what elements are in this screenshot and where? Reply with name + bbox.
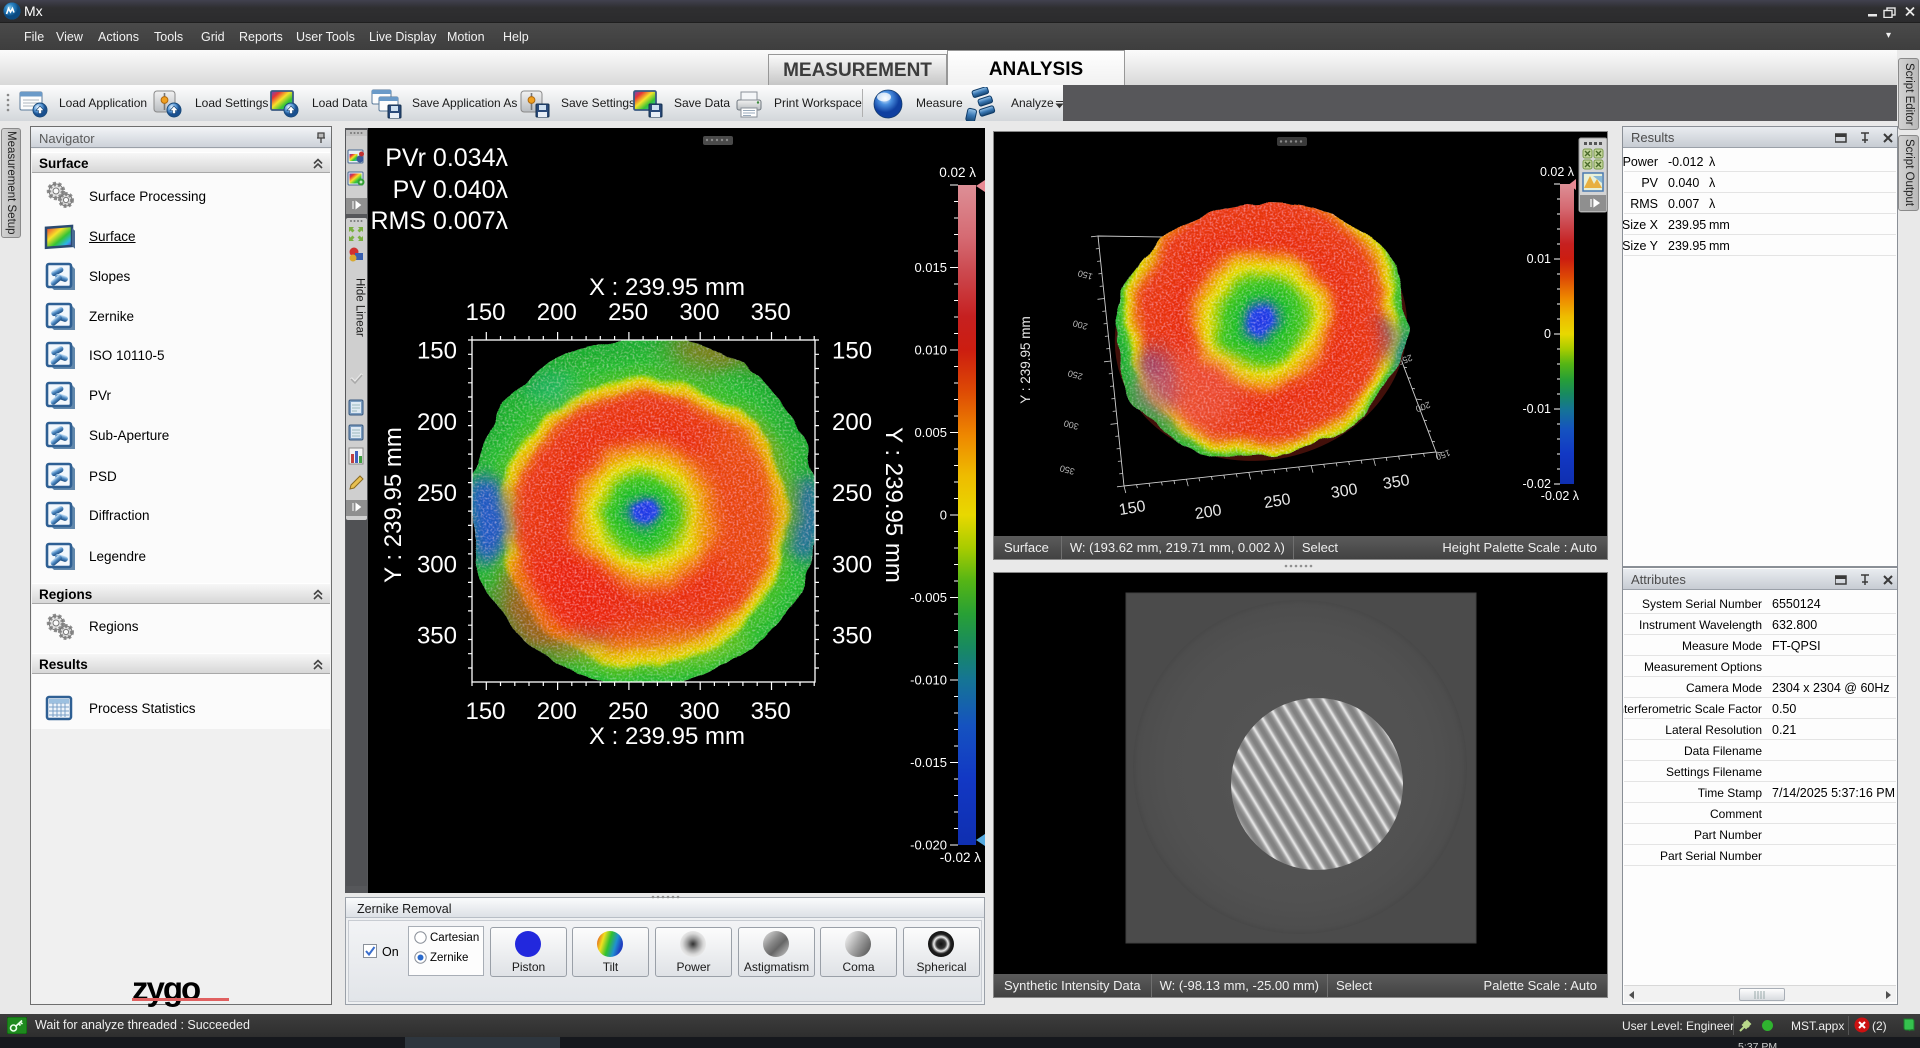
svg-text:X : 239.95 mm: X : 239.95 mm xyxy=(589,274,745,301)
svg-text:150: 150 xyxy=(465,698,505,725)
svg-text:0.02 λ: 0.02 λ xyxy=(939,165,976,180)
svg-text:150: 150 xyxy=(417,338,457,365)
svg-text:300: 300 xyxy=(679,698,719,725)
svg-text:-0.02 λ: -0.02 λ xyxy=(1541,489,1580,503)
svg-text:0.01: 0.01 xyxy=(1527,252,1551,266)
svg-text:300: 300 xyxy=(679,299,719,326)
svg-text:-0.010: -0.010 xyxy=(910,673,947,688)
svg-text:0.005: 0.005 xyxy=(914,425,947,440)
svg-text:200: 200 xyxy=(832,409,872,436)
svg-text:0: 0 xyxy=(940,508,947,523)
svg-text:150: 150 xyxy=(465,299,505,326)
svg-text:250: 250 xyxy=(417,480,457,507)
svg-text:0.02 λ: 0.02 λ xyxy=(1540,165,1575,179)
svg-text:-0.005: -0.005 xyxy=(910,590,947,605)
svg-text:Y : 239.95 mm: Y : 239.95 mm xyxy=(380,427,407,583)
svg-text:Hide Linear: Hide Linear xyxy=(354,278,366,337)
svg-text:Y : 239.95 mm: Y : 239.95 mm xyxy=(880,427,907,583)
svg-text:-0.02 λ: -0.02 λ xyxy=(940,850,982,865)
svg-text:200: 200 xyxy=(537,299,577,326)
svg-text:350: 350 xyxy=(751,299,791,326)
svg-text:PV 0.040λ: PV 0.040λ xyxy=(393,176,509,204)
svg-text:X : 239.95 mm: X : 239.95 mm xyxy=(589,723,745,750)
svg-text:300: 300 xyxy=(417,551,457,578)
svg-text:300: 300 xyxy=(832,551,872,578)
svg-text:250: 250 xyxy=(608,299,648,326)
svg-text:350: 350 xyxy=(751,698,791,725)
svg-text:-0.015: -0.015 xyxy=(910,755,947,770)
svg-text:0.010: 0.010 xyxy=(914,343,947,358)
svg-text:PVr 0.034λ: PVr 0.034λ xyxy=(385,144,508,172)
svg-text:350: 350 xyxy=(417,623,457,650)
svg-text:200: 200 xyxy=(417,409,457,436)
svg-text:RMS 0.007λ: RMS 0.007λ xyxy=(370,207,508,235)
svg-text:150: 150 xyxy=(832,338,872,365)
svg-text:250: 250 xyxy=(832,480,872,507)
svg-text:-0.01: -0.01 xyxy=(1523,402,1552,416)
svg-text:Y : 239.95 mm: Y : 239.95 mm xyxy=(1018,316,1033,404)
svg-text:250: 250 xyxy=(608,698,648,725)
svg-text:200: 200 xyxy=(537,698,577,725)
svg-text:350: 350 xyxy=(832,623,872,650)
svg-text:0: 0 xyxy=(1544,327,1551,341)
svg-text:0.015: 0.015 xyxy=(914,260,947,275)
